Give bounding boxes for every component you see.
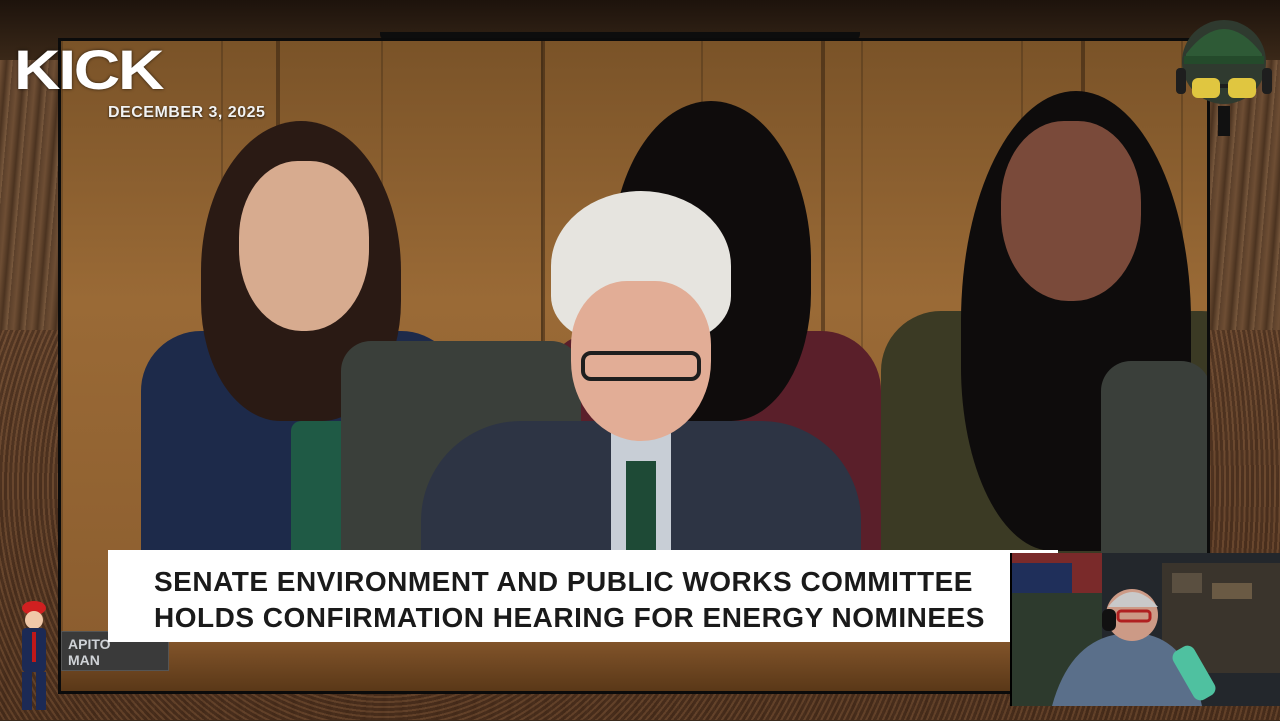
avatar-icon (1176, 10, 1272, 150)
lower-third-line2: HOLDS CONFIRMATION HEARING FOR ENERGY NO… (154, 602, 985, 633)
kick-logo: KICK (14, 38, 165, 101)
lower-third-line1: SENATE ENVIRONMENT AND PUBLIC WORKS COMM… (154, 566, 973, 597)
broadcast-date: DECEMBER 3, 2025 (108, 104, 266, 121)
mascot-icon (12, 598, 56, 716)
nameplate-line: MAN (68, 652, 100, 668)
lower-third-banner: SENATE ENVIRONMENT AND PUBLIC WORKS COMM… (108, 550, 1058, 642)
webcam-feed (1010, 553, 1280, 706)
